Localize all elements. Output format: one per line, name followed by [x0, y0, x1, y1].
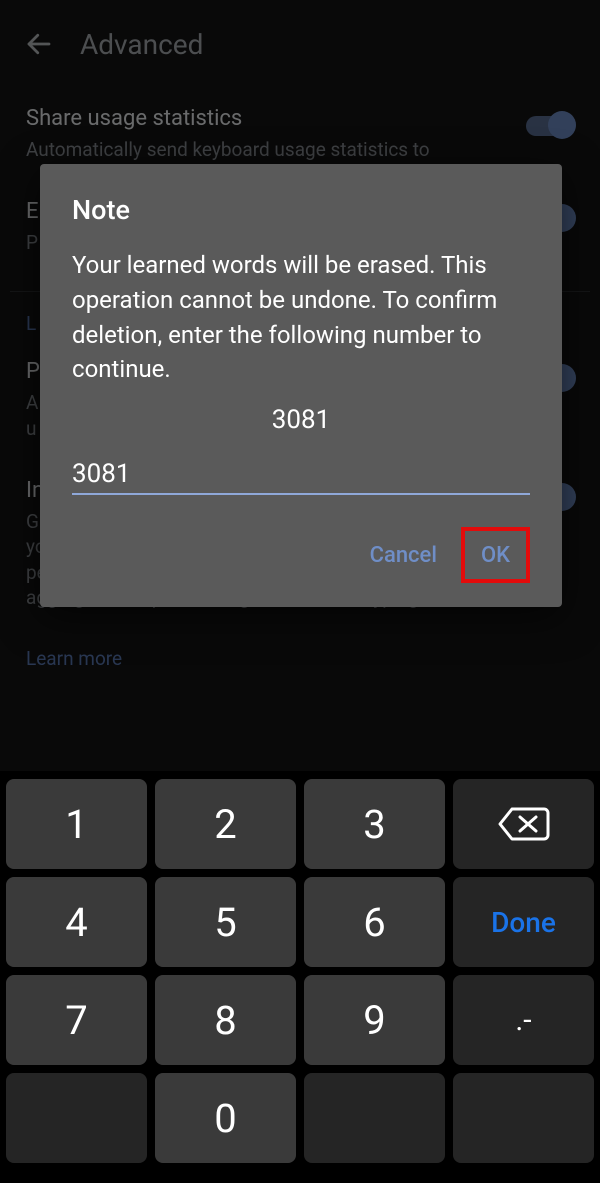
key-8[interactable]: 8: [155, 975, 296, 1065]
key-3[interactable]: 3: [304, 779, 445, 869]
dialog-input-wrap: [72, 459, 530, 495]
ok-highlight-box: OK: [461, 527, 530, 583]
key-0[interactable]: 0: [155, 1073, 296, 1163]
backspace-icon: [498, 805, 550, 843]
key-9[interactable]: 9: [304, 975, 445, 1065]
key-1[interactable]: 1: [6, 779, 147, 869]
cancel-button[interactable]: Cancel: [354, 533, 453, 577]
done-key[interactable]: Done: [453, 877, 594, 967]
confirm-dialog: Note Your learned words will be erased. …: [40, 164, 562, 607]
dialog-confirm-number: 3081: [72, 405, 530, 435]
ok-button[interactable]: OK: [467, 533, 524, 577]
key-symbols[interactable]: .-: [453, 975, 594, 1065]
key-7[interactable]: 7: [6, 975, 147, 1065]
key-2[interactable]: 2: [155, 779, 296, 869]
key-6[interactable]: 6: [304, 877, 445, 967]
key-blank-left[interactable]: [6, 1073, 147, 1163]
dialog-body: Your learned words will be erased. This …: [72, 248, 530, 387]
key-blank-right[interactable]: [453, 1073, 594, 1163]
dialog-actions: Cancel OK: [72, 527, 530, 583]
key-4[interactable]: 4: [6, 877, 147, 967]
backspace-key[interactable]: [453, 779, 594, 869]
key-5[interactable]: 5: [155, 877, 296, 967]
dialog-title: Note: [72, 194, 530, 226]
key-blank-mid[interactable]: [304, 1073, 445, 1163]
numeric-keyboard: 1 2 3 4 5 6 Done 7 8 9 .- 0: [0, 771, 600, 1183]
dialog-input[interactable]: [72, 459, 530, 489]
